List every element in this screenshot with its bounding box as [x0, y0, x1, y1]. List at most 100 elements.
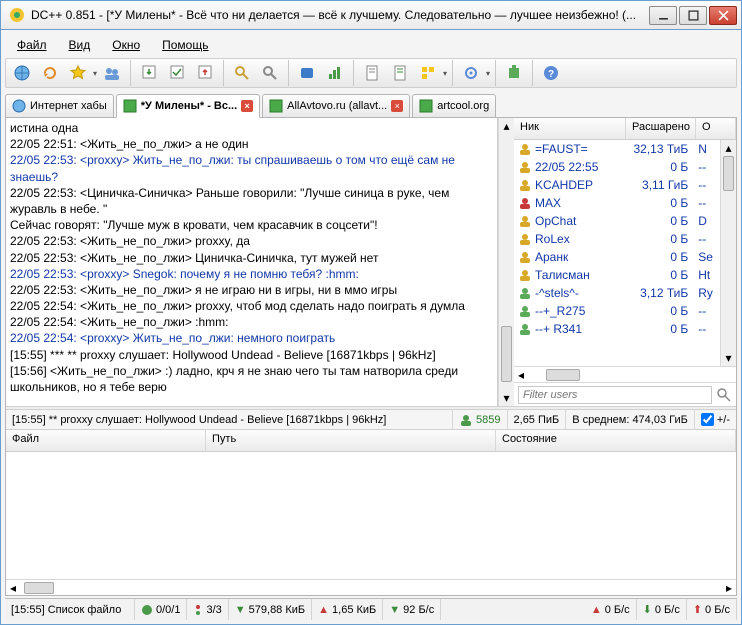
chat-log[interactable]: истина одна22/05 22:51: <Жить_не_по_лжи>…: [6, 118, 498, 406]
maximize-button[interactable]: [679, 6, 707, 25]
finished-dl-button[interactable]: [164, 60, 190, 86]
infobar-msg: [15:55] ** proxxy слушает: Hollywood Und…: [6, 410, 453, 429]
status-seg5: ▼92 Б/c: [383, 599, 441, 620]
infobar-checkbox[interactable]: [701, 413, 714, 426]
col-path[interactable]: Путь: [206, 430, 496, 451]
status-up: ▲1,65 КиБ: [312, 599, 383, 620]
user-row[interactable]: MAX0 Б--: [514, 194, 720, 212]
menu-window[interactable]: Окно: [102, 36, 150, 54]
col-state[interactable]: Состояние: [496, 430, 736, 451]
userlist-scrollbar[interactable]: ▴ ▾: [720, 140, 736, 366]
user-row[interactable]: =FAUST=32,13 ТиБN: [514, 140, 720, 158]
dl-body[interactable]: [6, 452, 736, 579]
slot-icon: [141, 604, 153, 616]
user-nick: KCAHDEP: [535, 178, 593, 192]
settings-button[interactable]: [458, 60, 484, 86]
col-shared[interactable]: Расшарено: [626, 118, 696, 139]
user-o: --: [694, 232, 720, 246]
dl-hscroll[interactable]: ◂▸: [6, 579, 736, 595]
search-icon[interactable]: [716, 387, 732, 403]
user-gold-icon: [518, 250, 532, 264]
adl-search-button[interactable]: [257, 60, 283, 86]
infobar-check[interactable]: +/-: [695, 410, 736, 429]
notepad-button[interactable]: [359, 60, 385, 86]
titlebar: DC++ 0.851 - [*У Милены* - Всё что ни де…: [0, 0, 742, 30]
menu-view[interactable]: Вид: [59, 36, 101, 54]
userlist-hscroll[interactable]: ◂: [514, 366, 736, 382]
status-r3: ⬆0 Б/c: [687, 599, 737, 620]
user-row[interactable]: Аранк0 БSe: [514, 248, 720, 266]
user-shared: 0 Б: [625, 232, 694, 246]
download-queue-button[interactable]: [136, 60, 162, 86]
fav-users-button[interactable]: [99, 60, 125, 86]
menu-file[interactable]: Файл: [7, 36, 57, 54]
close-icon[interactable]: ×: [391, 100, 403, 112]
user-row[interactable]: 22/05 22:550 Б--: [514, 158, 720, 176]
tab-hub-artcool[interactable]: artcool.org: [412, 94, 496, 118]
minimize-button[interactable]: [649, 6, 677, 25]
globe-icon: [12, 99, 26, 113]
user-o: Se: [694, 250, 720, 264]
stats-button[interactable]: [322, 60, 348, 86]
chat-line: 22/05 22:53: <Жить_не_по_лжи> я не играю…: [10, 282, 493, 298]
filter-users-input[interactable]: [518, 386, 712, 404]
filelist-button[interactable]: [415, 60, 441, 86]
col-nick[interactable]: Ник: [514, 118, 626, 139]
user-row[interactable]: -^stels^-3,12 ТиБRy: [514, 284, 720, 302]
user-gold-icon: [518, 178, 532, 192]
user-nick: --+_R275: [535, 304, 585, 318]
main-area: истина одна22/05 22:51: <Жить_не_по_лжи>…: [5, 117, 737, 596]
user-shared: 0 Б: [625, 214, 694, 228]
user-nick: --+ R341: [535, 322, 582, 336]
chat-line: 22/05 22:53: <Жить_не_по_лжи> proxxy, да: [10, 233, 493, 249]
dl-header: Файл Путь Состояние: [6, 430, 736, 452]
log-button[interactable]: [387, 60, 413, 86]
user-row[interactable]: KCAHDEP3,11 ГиБ--: [514, 176, 720, 194]
user-row[interactable]: --+_R2750 Б--: [514, 302, 720, 320]
close-icon[interactable]: ×: [241, 100, 253, 112]
close-button[interactable]: [709, 6, 737, 25]
scroll-down-icon[interactable]: ▾: [499, 390, 514, 406]
user-o: N: [694, 142, 720, 156]
reconnect-button[interactable]: [37, 60, 63, 86]
favorites-button[interactable]: [65, 60, 91, 86]
status-msg: [15:55] Список файло: [5, 599, 135, 620]
chat-line: истина одна: [10, 120, 493, 136]
user-list[interactable]: =FAUST=32,13 ТиБN22/05 22:550 Б-- KCAHDEP…: [514, 140, 720, 366]
user-o: --: [694, 322, 720, 336]
user-red-icon: [518, 196, 532, 210]
user-row[interactable]: --+ R341 0 Б--: [514, 320, 720, 338]
public-hubs-button[interactable]: [9, 60, 35, 86]
user-shared: 3,11 ГиБ: [625, 178, 694, 192]
chat-scrollbar[interactable]: ▴ ▾: [498, 118, 514, 406]
user-shared: 0 Б: [625, 322, 694, 336]
user-shared: 0 Б: [625, 304, 694, 318]
col-file[interactable]: Файл: [6, 430, 206, 451]
scroll-up-icon[interactable]: ▴: [721, 140, 736, 156]
tab-hub-allavtovo[interactable]: AllAvtovo.ru (allavt... ×: [262, 94, 410, 118]
user-row[interactable]: OpChat0 БD: [514, 212, 720, 230]
tab-hub-mileny[interactable]: *У Милены* - Вс... ×: [116, 94, 260, 118]
user-row[interactable]: RoLex0 Б--: [514, 230, 720, 248]
user-gold-icon: [518, 232, 532, 246]
tab-public-hubs[interactable]: Интернет хабы: [5, 94, 114, 118]
user-gold-icon: [518, 142, 532, 156]
statusbar: [15:55] Список файло 0/0/1 3/3 ▼579,88 К…: [5, 598, 737, 620]
menu-help[interactable]: Помощь: [152, 36, 218, 54]
user-o: --: [694, 196, 720, 210]
help-button[interactable]: ?: [538, 60, 564, 86]
col-o[interactable]: О: [696, 118, 736, 139]
spy-button[interactable]: [294, 60, 320, 86]
tab-label: *У Милены* - Вс...: [141, 100, 237, 112]
scroll-up-icon[interactable]: ▴: [499, 118, 514, 134]
search-button[interactable]: [229, 60, 255, 86]
tab-label: AllAvtovo.ru (allavt...: [287, 100, 387, 112]
plugin-button[interactable]: [501, 60, 527, 86]
chat-line: 22/05 22:54: <Жить_не_по_лжи> :hmm:: [10, 314, 493, 330]
user-row[interactable]: Талисман0 БHt: [514, 266, 720, 284]
status-seg2: 3/3: [187, 599, 228, 620]
chat-line: 22/05 22:53: <proxxy> Жить_не_по_лжи: ты…: [10, 152, 493, 184]
chat-line: Сейчас говорят: "Лучше муж в кровати, че…: [10, 217, 493, 233]
scroll-down-icon[interactable]: ▾: [721, 350, 736, 366]
finished-ul-button[interactable]: [192, 60, 218, 86]
